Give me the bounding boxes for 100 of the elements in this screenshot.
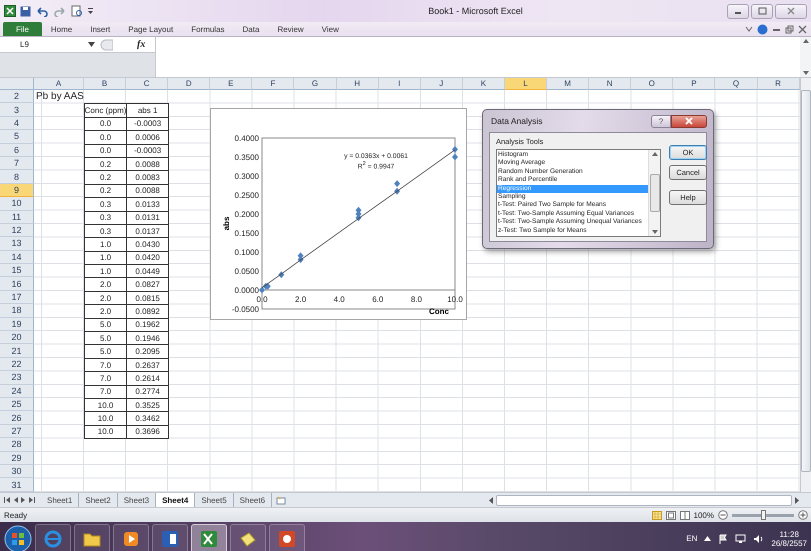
first-sheet-icon[interactable] (4, 497, 10, 503)
ribbon-tab[interactable]: Data (234, 22, 268, 36)
row-header[interactable]: 11 (0, 210, 34, 224)
scroll-thumb[interactable] (650, 174, 660, 212)
row-header[interactable]: 18 (0, 304, 34, 318)
zoom-level[interactable]: 100% (694, 510, 714, 520)
ribbon-tab[interactable]: Page Layout (119, 22, 182, 36)
row-header[interactable]: 27 (0, 424, 34, 438)
column-header[interactable]: I (378, 78, 421, 90)
scroll-thumb[interactable] (800, 90, 811, 472)
previous-sheet-icon[interactable] (13, 497, 18, 503)
column-header[interactable]: C (126, 78, 168, 90)
close-icon[interactable] (798, 24, 807, 34)
row-header[interactable]: 28 (0, 438, 34, 452)
caret-icon[interactable] (87, 6, 94, 16)
document-app-icon[interactable] (160, 528, 180, 548)
scroll-right-icon[interactable] (794, 496, 800, 504)
row-header[interactable]: 12 (0, 224, 34, 238)
minimize-button[interactable] (727, 4, 749, 18)
show-hidden-icons-icon[interactable] (704, 536, 712, 541)
ribbon-tab[interactable]: Formulas (182, 22, 234, 36)
app-icon[interactable] (4, 5, 16, 17)
scroll-left-icon[interactable] (488, 496, 494, 504)
ribbon-tab[interactable]: Insert (81, 22, 120, 36)
row-header[interactable]: 16 (0, 277, 34, 291)
print-preview-icon[interactable] (71, 5, 83, 17)
column-header[interactable]: L (504, 78, 548, 90)
sheet-tab[interactable]: Sheet4 (156, 493, 196, 507)
insert-function-button[interactable]: fx (137, 39, 146, 50)
row-header[interactable]: 29 (0, 452, 34, 465)
new-sheet-icon[interactable] (276, 496, 288, 504)
next-sheet-icon[interactable] (21, 497, 26, 503)
row-header[interactable]: 22 (0, 358, 34, 372)
column-header[interactable]: K (462, 78, 505, 90)
column-header[interactable]: D (168, 78, 210, 90)
taskbar-button[interactable] (230, 524, 266, 551)
row-header[interactable]: 3 (0, 103, 34, 117)
column-header[interactable]: Q (715, 78, 758, 90)
scrollbar[interactable] (648, 150, 660, 236)
page-break-icon[interactable] (680, 510, 690, 520)
page-layout-icon[interactable] (666, 510, 676, 520)
network-icon[interactable] (735, 534, 746, 544)
help-button[interactable]: ? (651, 114, 671, 128)
row-header[interactable]: 24 (0, 384, 34, 398)
maximize-icon[interactable] (758, 7, 766, 15)
row-header[interactable]: 9 (0, 184, 34, 198)
clock-date[interactable]: 26/8/2557 (771, 538, 807, 548)
column-header[interactable]: R (758, 78, 800, 90)
zoom-out-icon[interactable] (718, 510, 728, 520)
scroll-thumb[interactable] (496, 494, 792, 506)
zoom-in-icon[interactable] (798, 510, 808, 520)
browser-icon[interactable] (43, 528, 63, 548)
row-header[interactable]: 26 (0, 411, 34, 425)
column-header[interactable]: J (420, 78, 463, 90)
ribbon-tab[interactable]: Home (42, 22, 82, 36)
column-header[interactable]: A (34, 78, 84, 90)
taskbar-button[interactable] (74, 524, 110, 551)
close-icon[interactable] (787, 7, 795, 15)
help-icon[interactable] (757, 24, 768, 34)
maximize-button[interactable] (751, 4, 773, 18)
taskbar-button[interactable] (152, 524, 188, 551)
last-sheet-icon[interactable] (29, 497, 35, 503)
scroll-down-icon[interactable] (652, 230, 658, 234)
row-header[interactable]: 4 (0, 116, 34, 130)
file-tab[interactable]: File (3, 22, 42, 36)
row-header[interactable]: 25 (0, 398, 34, 412)
column-header[interactable]: E (210, 78, 252, 90)
notes-icon[interactable] (238, 530, 258, 548)
row-header[interactable]: 6 (0, 144, 34, 157)
row-header[interactable]: 8 (0, 170, 34, 184)
scroll-up-icon[interactable] (802, 39, 808, 43)
scroll-up-icon[interactable] (652, 152, 658, 156)
column-header[interactable]: N (589, 78, 632, 90)
row-header[interactable]: 30 (0, 464, 34, 478)
column-header[interactable]: H (336, 78, 379, 90)
presentation-app-icon[interactable] (277, 528, 297, 548)
collapse-ribbon-icon[interactable] (745, 25, 753, 33)
row-header[interactable]: 5 (0, 130, 34, 144)
ribbon-tab[interactable]: Review (268, 22, 313, 36)
scroll-down-icon[interactable] (802, 71, 808, 75)
row-header[interactable]: 7 (0, 156, 34, 170)
column-header[interactable]: M (547, 78, 590, 90)
row-header[interactable]: 14 (0, 250, 34, 264)
ribbon-tab[interactable]: View (312, 22, 348, 36)
clock-time[interactable]: 11:28 (779, 530, 799, 538)
spreadsheet-app-icon[interactable] (199, 528, 219, 548)
undo-icon[interactable] (35, 6, 49, 16)
save-icon[interactable] (20, 6, 31, 16)
vertical-scrollbar[interactable] (800, 78, 811, 492)
play-icon[interactable] (122, 530, 140, 548)
row-header[interactable]: 23 (0, 371, 34, 385)
name-box[interactable]: L9 (0, 38, 88, 51)
row-header[interactable]: 31 (0, 478, 34, 492)
row-header[interactable]: 2 (0, 90, 34, 104)
taskbar-button[interactable] (113, 524, 149, 551)
taskbar-button[interactable] (269, 524, 305, 551)
flag-icon[interactable] (718, 534, 728, 544)
row-header[interactable]: 10 (0, 197, 34, 211)
language-indicator[interactable]: EN (686, 534, 698, 543)
column-header[interactable]: O (631, 78, 674, 90)
